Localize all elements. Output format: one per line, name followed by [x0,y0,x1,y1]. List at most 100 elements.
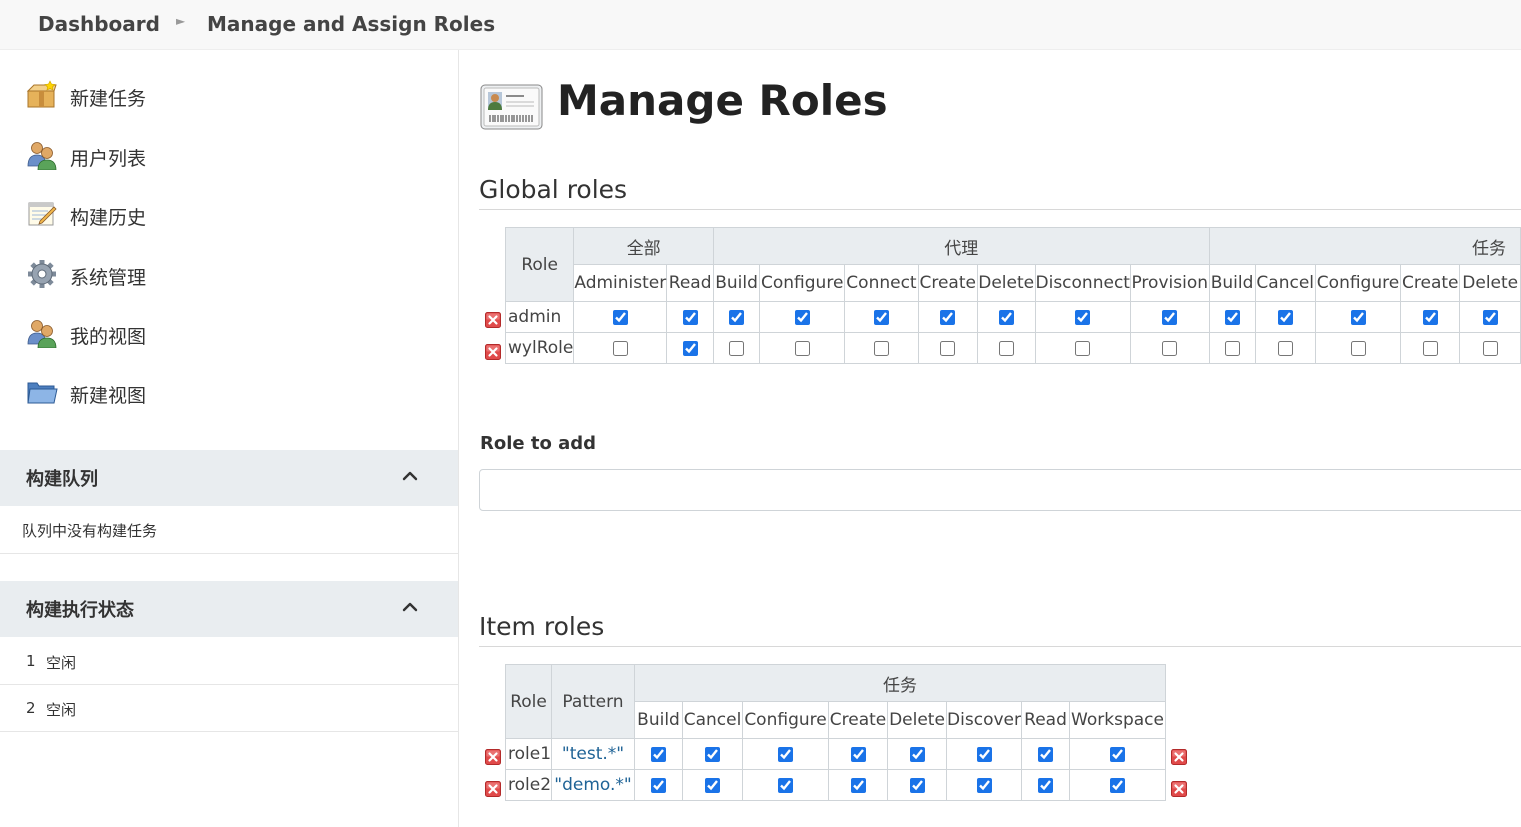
permission-checkbox[interactable] [682,340,698,356]
build-queue-title: 构建队列 [26,469,98,490]
perm-header: Administer [573,264,668,302]
permission-checkbox[interactable] [1110,746,1126,762]
delete-role-icon[interactable] [485,781,501,797]
permission-checkbox[interactable] [976,777,992,793]
permission-checkbox[interactable] [705,777,721,793]
permission-checkbox[interactable] [612,309,628,325]
delete-role-icon[interactable] [485,344,501,360]
perm-header: Configure [759,264,846,302]
users-icon [27,320,57,348]
permission-checkbox[interactable] [794,340,810,356]
permission-checkbox[interactable] [778,746,794,762]
permission-checkbox[interactable] [705,746,721,762]
role-to-add-input[interactable] [479,469,1521,511]
perm-cell [742,738,830,770]
perm-cell [713,301,761,333]
build-queue-header[interactable]: 构建队列 [0,450,458,506]
role-name: wylRole [504,332,575,364]
permission-checkbox[interactable] [1277,340,1293,356]
folder-icon [27,382,58,404]
permission-checkbox[interactable] [682,309,698,325]
perm-cell [682,738,744,770]
permission-checkbox[interactable] [940,309,956,325]
table-row: role1 "test.*" [504,738,1167,770]
perm-header: Delete [1459,264,1521,302]
permission-checkbox[interactable] [1075,309,1091,325]
pattern-header: Pattern [551,664,636,739]
permission-checkbox[interactable] [729,340,745,356]
permission-checkbox[interactable] [1038,746,1054,762]
permission-checkbox[interactable] [1162,309,1178,325]
executor-state[interactable]: 空闲 [46,699,76,720]
perm-header: Read [666,264,715,302]
build-queue-empty: 队列中没有构建任务 [0,507,458,554]
role-to-add-label: Role to add [480,433,597,454]
pattern-link[interactable]: "demo.*" [551,769,636,801]
delete-role-icon[interactable] [485,312,501,328]
executor-status-header[interactable]: 构建执行状态 [0,581,458,637]
group-header: 代理 [713,227,1210,265]
permission-checkbox[interactable] [778,777,794,793]
sidebar-item-label: 构建历史 [70,207,147,229]
executor-status-title: 构建执行状态 [26,600,134,621]
role-header: Role [504,664,553,739]
perm-cell [1459,301,1521,333]
permission-checkbox[interactable] [651,746,667,762]
new-item-icon [26,80,57,108]
perm-cell [1069,738,1167,770]
perm-header: Cancel [682,701,744,739]
breadcrumb-current[interactable]: Manage and Assign Roles [207,12,495,36]
permission-checkbox[interactable] [940,340,956,356]
executor-number: 1 [26,652,36,670]
permission-checkbox[interactable] [1110,777,1126,793]
permission-checkbox[interactable] [729,309,745,325]
permission-checkbox[interactable] [1422,309,1438,325]
page-title: Manage Roles [557,76,888,125]
build-history-icon [28,202,57,226]
permission-checkbox[interactable] [998,340,1014,356]
permission-checkbox[interactable] [1224,309,1240,325]
perm-cell [1254,332,1316,364]
chevron-up-icon[interactable] [400,466,420,486]
group-header: 任务 [1208,227,1521,265]
permission-checkbox[interactable] [612,340,628,356]
pattern-link[interactable]: "test.*" [551,738,636,770]
perm-header: Create [1400,264,1461,302]
perm-cell [946,769,1023,801]
permission-checkbox[interactable] [909,777,925,793]
delete-role-icon[interactable] [1171,781,1187,797]
item-roles-table: Role Pattern 任务 Build Cancel Configure C… [504,664,1167,801]
permission-checkbox[interactable] [1277,309,1293,325]
permission-checkbox[interactable] [794,309,810,325]
perm-cell [844,332,919,364]
delete-role-icon[interactable] [485,749,501,765]
permission-checkbox[interactable] [1482,340,1498,356]
perm-cell [634,769,684,801]
executor-state[interactable]: 空闲 [46,652,76,673]
delete-role-icon[interactable] [1171,749,1187,765]
permission-checkbox[interactable] [1038,777,1054,793]
perm-cell [713,332,761,364]
sidebar-item-label: 我的视图 [70,326,147,348]
permission-checkbox[interactable] [850,777,866,793]
permission-checkbox[interactable] [1350,309,1366,325]
permission-checkbox[interactable] [1162,340,1178,356]
perm-header: Configure [1314,264,1402,302]
breadcrumb-dashboard[interactable]: Dashboard [38,12,160,36]
permission-checkbox[interactable] [873,340,889,356]
permission-checkbox[interactable] [1422,340,1438,356]
perm-cell [976,301,1036,333]
permission-checkbox[interactable] [1350,340,1366,356]
perm-header: Workspace [1069,701,1167,739]
permission-checkbox[interactable] [1482,309,1498,325]
permission-checkbox[interactable] [1075,340,1091,356]
permission-checkbox[interactable] [850,746,866,762]
permission-checkbox[interactable] [909,746,925,762]
chevron-up-icon[interactable] [400,597,420,617]
permission-checkbox[interactable] [998,309,1014,325]
permission-checkbox[interactable] [976,746,992,762]
permission-checkbox[interactable] [1224,340,1240,356]
permission-checkbox[interactable] [873,309,889,325]
permission-checkbox[interactable] [651,777,667,793]
perm-cell [759,332,846,364]
